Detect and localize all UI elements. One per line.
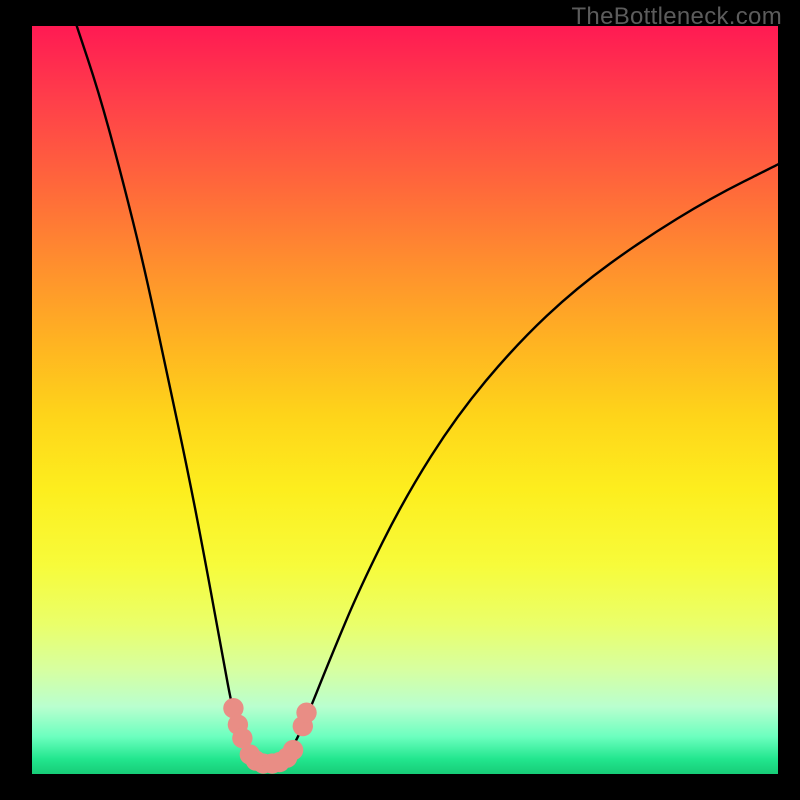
watermark: TheBottleneck.com bbox=[571, 3, 782, 31]
chart-frame: TheBottleneck.com bbox=[0, 0, 800, 800]
bottleneck-curve bbox=[77, 26, 778, 763]
marker-point bbox=[283, 740, 303, 760]
marker-point bbox=[296, 702, 316, 722]
curve-markers bbox=[223, 698, 316, 774]
chart-svg bbox=[32, 26, 778, 774]
plot-area bbox=[32, 26, 778, 774]
